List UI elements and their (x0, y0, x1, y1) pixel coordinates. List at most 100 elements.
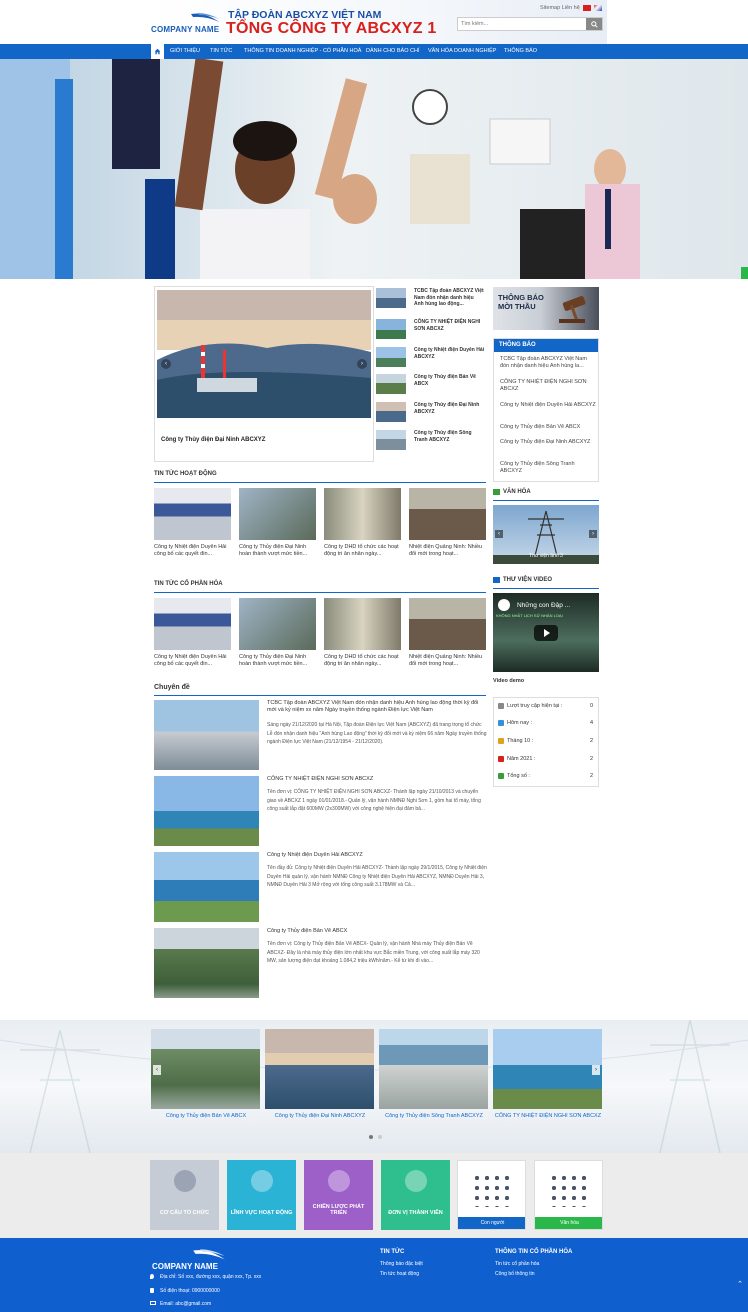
calendar-year-icon (498, 756, 504, 762)
news-thumbnail (324, 598, 401, 650)
featured-slider[interactable]: ‹ › Công ty Thủy điện Đại Ninh ABCXYZ (154, 286, 374, 462)
notice-item[interactable]: CÔNG TY NHIỆT ĐIỆN NGHI SƠN ABCXZ (500, 379, 597, 393)
topic-thumbnail (154, 700, 259, 770)
tender-label: THÔNG BÁO MỜI THẦU (498, 293, 544, 311)
news-card-title: Nhiệt điện Quảng Ninh: Nhiều đổi mới tro… (409, 544, 483, 557)
tile-chien-luoc[interactable]: CHIẾN LƯỢC PHÁT TRIỂN (304, 1160, 373, 1230)
culture-next-arrow[interactable]: › (589, 530, 597, 538)
notice-item[interactable]: TCBC Tập đoàn ABCXYZ Việt Nam đón nhận d… (500, 356, 597, 370)
topics-title: Chuyên đề (154, 684, 190, 691)
footer-link[interactable]: Thông báo đặc biệt (380, 1261, 423, 1267)
topic-item[interactable]: Công ty Nhiệt điện Duyên Hải ABCXYZ Tên … (154, 852, 487, 924)
calendar-icon (498, 738, 504, 744)
topic-item[interactable]: Công ty Thủy điện Bản Vẽ ABCX Tên đơn vị… (154, 928, 486, 1000)
logo-swoosh-icon (191, 13, 219, 22)
notice-item[interactable]: Công ty Thủy điện Sông Tranh ABCXYZ (500, 461, 597, 475)
company-logo[interactable]: COMPANY NAME (151, 12, 223, 36)
featured-caption[interactable]: Công ty Thủy điện Đại Ninh ABCXYZ (161, 437, 265, 443)
nav-item-thong-tin-doanh-nghiep[interactable]: THÔNG TIN DOANH NGHIỆP - CỔ PHẦN HOÁ (244, 48, 361, 54)
slider-next-arrow[interactable]: › (357, 359, 367, 369)
uk-flag-icon[interactable] (594, 5, 602, 11)
stat-row: Hôm nay : 4 (497, 720, 597, 732)
carousel-dot[interactable] (378, 1135, 382, 1139)
culture-slider[interactable]: Thư viện ảnh 3 ‹ › (493, 505, 599, 564)
tile-label: ĐƠN VỊ THÀNH VIÊN (388, 1210, 443, 1216)
tile-label: CƠ CẤU TỔ CHỨC (159, 1210, 210, 1216)
featured-image (157, 290, 371, 418)
search-input[interactable] (458, 18, 586, 30)
tile-linh-vuc[interactable]: LĨNH VỰC HOẠT ĐỘNG (227, 1160, 296, 1230)
nav-item-danh-cho-bao-chi[interactable]: DÀNH CHO BÁO CHÍ (366, 48, 419, 54)
list-item[interactable]: Công ty Thủy điện Bản Vẽ ABCX (376, 374, 484, 398)
carousel-dot-active[interactable] (369, 1135, 373, 1139)
tile-label: CHIẾN LƯỢC PHÁT TRIỂN (312, 1204, 365, 1216)
notice-item[interactable]: Công ty Thủy điện Đại Ninh ABCXYZ (500, 439, 597, 446)
play-icon (544, 629, 550, 637)
carousel-prev-arrow[interactable]: ‹ (153, 1065, 161, 1075)
stat-value: 2 (589, 773, 593, 779)
stat-row: Tháng 10 : 2 (497, 738, 597, 750)
news-thumbnail (409, 488, 486, 540)
search-icon (590, 20, 598, 28)
video-player[interactable]: Những con Đập ... KHÔNG NHẤT LỊCH SỬ NHÂ… (493, 593, 599, 672)
project-card[interactable]: CÔNG TY NHIỆT ĐIỆN NGHI SƠN ABCXZ (493, 1029, 603, 1119)
stat-row: Năm 2021 : 2 (497, 756, 597, 768)
nav-home[interactable] (151, 44, 164, 59)
news-thumbnail (376, 374, 406, 394)
topic-summary: Sáng ngày 21/12/2020 tại Hà Nội, Tập đoà… (267, 722, 487, 745)
news-title: Công ty Thủy điện Sông Tranh ABCXYZ (414, 430, 472, 443)
topic-title: CÔNG TY NHIỆT ĐIỆN NGHI SƠN ABCXZ (267, 776, 374, 782)
news-title: Công ty Thủy điện Bản Vẽ ABCX (414, 374, 476, 387)
notice-item[interactable]: Công ty Thủy điện Bản Vẽ ABCX (500, 424, 597, 431)
play-button[interactable] (534, 625, 558, 641)
list-item[interactable]: Công ty Thủy điện Sông Tranh ABCXYZ (376, 430, 484, 454)
classroom-photo (0, 59, 748, 279)
tile-don-vi-thanh-vien[interactable]: ĐƠN VỊ THÀNH VIÊN (381, 1160, 450, 1230)
project-card[interactable]: Công ty Thủy điện Sông Tranh ABCXYZ (379, 1029, 489, 1119)
search-button[interactable] (586, 18, 602, 30)
equitization-divider (154, 592, 486, 593)
list-item[interactable]: Công ty Nhiệt điện Duyên Hải ABCXYZ (376, 347, 484, 371)
tile-con-nguoi[interactable]: Con người (457, 1160, 526, 1230)
topic-summary: Tên đơn vị: CÔNG TY NHIỆT ĐIỆN NGHI SƠN … (267, 789, 481, 812)
topic-item[interactable]: CÔNG TY NHIỆT ĐIỆN NGHI SƠN ABCXZ Tên đơ… (154, 776, 486, 848)
vn-flag-icon[interactable] (583, 5, 591, 11)
stat-label: Hôm nay : (507, 720, 533, 726)
nav-item-van-hoa[interactable]: VĂN HÓA DOANH NGHIỆP (428, 48, 496, 54)
footer-link[interactable]: Tin tức hoạt động (380, 1271, 419, 1277)
nav-item-tin-tuc[interactable]: TIN TỨC (210, 48, 232, 54)
topic-thumbnail (154, 928, 259, 998)
topic-summary: Tên đơn vị: Công ty Thủy điện Bản Vẽ ABC… (267, 941, 480, 964)
list-item[interactable]: TCBC Tập đoàn ABCXYZ Việt Nam đón nhận d… (376, 288, 484, 312)
people-image (472, 1173, 512, 1207)
news-card-title: Công ty Nhiệt điện Duyên Hải công bố các… (154, 654, 227, 667)
notice-item[interactable]: Công ty Nhiệt điện Duyên Hải ABCXYZ (500, 402, 597, 409)
side-tab[interactable] (741, 267, 748, 279)
footer-link[interactable]: Tin tức cổ phần hóa (495, 1261, 539, 1267)
quick-links-band (0, 1153, 748, 1238)
top-links[interactable]: Sitemap Liên hệ (540, 5, 580, 11)
tile-van-hoa[interactable]: Văn hóa (534, 1160, 603, 1230)
project-title: Công ty Thủy điện Đại Ninh ABCXYZ (274, 1113, 366, 1119)
list-item[interactable]: Công ty Thủy điện Đại Ninh ABCXYZ (376, 402, 484, 426)
back-to-top-button[interactable]: ⌃ (736, 1281, 744, 1289)
tender-banner[interactable]: THÔNG BÁO MỜI THẦU (493, 287, 599, 330)
activity-divider (154, 482, 486, 483)
phone-icon (150, 1288, 154, 1293)
carousel-next-arrow[interactable]: › (592, 1065, 600, 1075)
culture-prev-arrow[interactable]: ‹ (495, 530, 503, 538)
topic-item[interactable]: TCBC Tập đoàn ABCXYZ Việt Nam đón nhận d… (154, 700, 486, 772)
project-card[interactable]: Công ty Thủy điện Đại Ninh ABCXYZ (265, 1029, 375, 1119)
nav-item-thong-bao[interactable]: THÔNG BÁO (504, 48, 537, 54)
project-card[interactable]: Công ty Thủy điện Bản Vẽ ABCX (151, 1029, 261, 1119)
nav-item-gioi-thieu[interactable]: GIỚI THIỆU (170, 48, 200, 54)
news-thumbnail (376, 319, 406, 339)
project-thumbnail (151, 1029, 260, 1109)
news-title: Công ty Nhiệt điện Duyên Hải ABCXYZ (414, 347, 485, 360)
news-title: TCBC Tập đoàn ABCXYZ Việt Nam đón nhận d… (414, 288, 484, 307)
news-title: Công ty Thủy điện Đại Ninh ABCXYZ (414, 402, 480, 415)
footer-link[interactable]: Công bố thông tin (495, 1271, 534, 1277)
tile-co-cau-to-chuc[interactable]: CƠ CẤU TỔ CHỨC (150, 1160, 219, 1230)
list-item[interactable]: CÔNG TY NHIỆT ĐIỆN NGHI SƠN ABCXZ (376, 319, 484, 343)
slider-prev-arrow[interactable]: ‹ (161, 359, 171, 369)
